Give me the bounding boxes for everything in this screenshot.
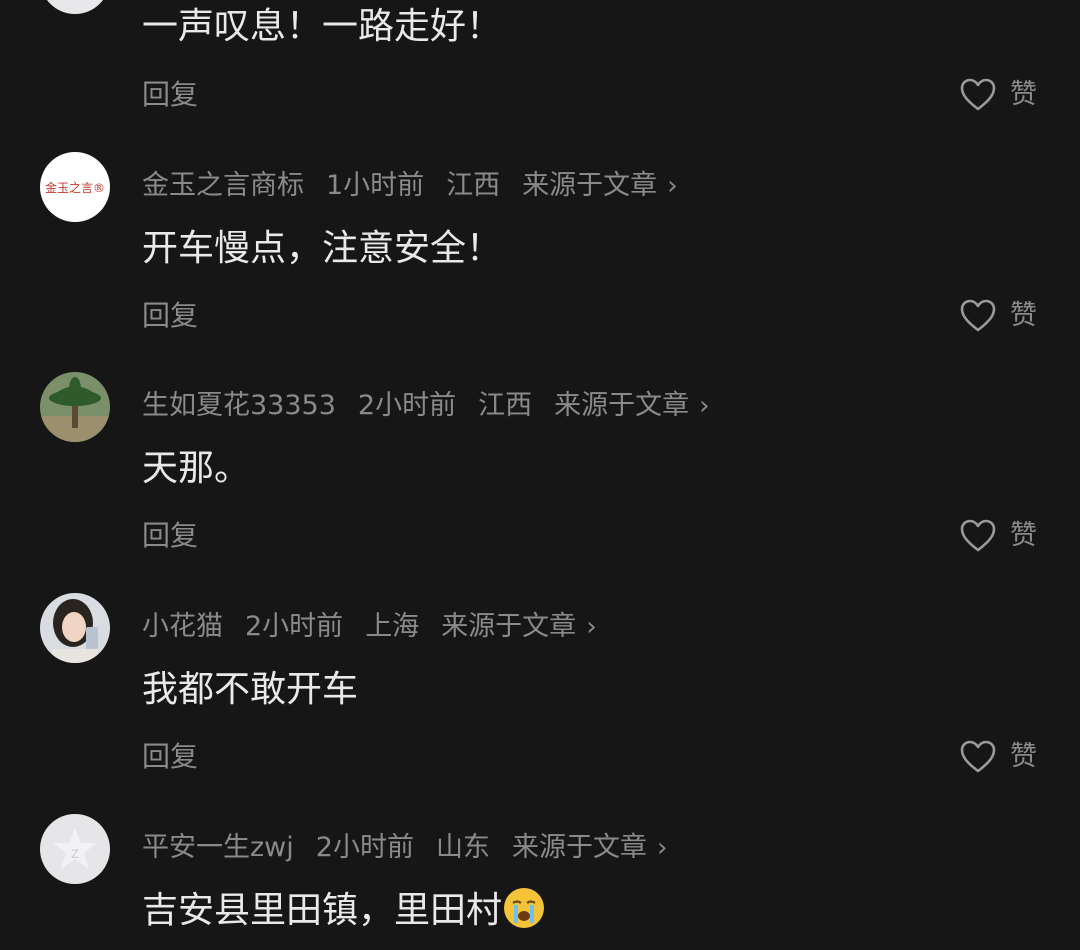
like-button[interactable]: 赞 — [960, 737, 1037, 777]
comment-meta: 金玉之言商标 1小时前 江西 来源于文章 › — [142, 166, 678, 206]
crying-face-emoji — [504, 888, 545, 928]
comment-time: 2小时前 — [357, 390, 457, 421]
like-button[interactable]: 赞 — [960, 516, 1037, 556]
username[interactable]: 生如夏花33353 — [142, 390, 336, 421]
source-link[interactable]: 来源于文章 — [512, 832, 647, 863]
user-avatar[interactable]: 金玉之言® — [40, 152, 110, 222]
username[interactable]: 平安一生zwj — [142, 832, 294, 863]
comment-meta: 生如夏花33353 2小时前 江西 来源于文章 › — [142, 386, 710, 426]
reply-button[interactable]: 回复 — [142, 516, 198, 556]
avatar-brand-text: 金玉之言® — [44, 180, 105, 195]
chevron-right-icon[interactable]: › — [586, 612, 596, 642]
heart-icon — [960, 78, 996, 111]
comment-content: 我都不敢开车 — [142, 669, 359, 710]
reply-button[interactable]: 回复 — [142, 296, 198, 336]
like-button[interactable]: 赞 — [960, 75, 1037, 115]
comment-text: 吉安县里田镇，里田村 — [142, 890, 503, 931]
comment-content: 天那。 — [142, 448, 251, 489]
comment-meta: 平安一生zwj 2小时前 山东 来源于文章 › — [142, 828, 667, 868]
like-label: 赞 — [1010, 79, 1037, 110]
user-avatar[interactable] — [40, 372, 110, 442]
heart-icon — [960, 740, 996, 773]
source-link[interactable]: 来源于文章 — [441, 611, 576, 642]
like-label: 赞 — [1010, 300, 1037, 331]
user-avatar[interactable]: z — [40, 814, 110, 884]
comment-location: 江西 — [446, 170, 501, 201]
user-avatar[interactable] — [40, 0, 110, 14]
comment-time: 2小时前 — [315, 832, 414, 863]
source-link[interactable]: 来源于文章 — [522, 170, 657, 201]
reply-button[interactable]: 回复 — [142, 75, 198, 115]
heart-icon — [960, 299, 996, 332]
like-button[interactable]: 赞 — [960, 296, 1037, 336]
username[interactable]: 金玉之言商标 — [142, 170, 304, 201]
default-avatar-star-icon: z — [53, 828, 97, 869]
comment-content: 一声叹息！一路走好！ — [142, 6, 503, 47]
like-label: 赞 — [1010, 741, 1037, 772]
comment-location: 上海 — [365, 611, 420, 642]
heart-icon — [960, 519, 996, 552]
comment-time: 2小时前 — [245, 611, 344, 642]
chevron-right-icon[interactable]: › — [667, 171, 677, 201]
source-link[interactable]: 来源于文章 — [554, 390, 689, 421]
user-avatar[interactable] — [40, 593, 110, 663]
chevron-right-icon[interactable]: › — [657, 833, 667, 863]
comment-location: 江西 — [478, 390, 533, 421]
username[interactable]: 小花猫 — [142, 611, 223, 642]
reply-button[interactable]: 回复 — [142, 737, 198, 777]
comment-meta: 小花猫 2小时前 上海 来源于文章 › — [142, 607, 597, 647]
user-photo — [40, 593, 110, 663]
comment-location: 山东 — [435, 832, 490, 863]
svg-text:z: z — [71, 845, 79, 862]
palm-tree-photo — [40, 372, 110, 442]
comment-content: 吉安县里田镇，里田村 — [142, 886, 545, 936]
chevron-right-icon[interactable]: › — [699, 391, 709, 421]
comment-content: 开车慢点，注意安全！ — [142, 228, 503, 269]
comment-time: 1小时前 — [326, 170, 425, 201]
comment-feed: 一声叹息！一路走好！ 回复 赞 金玉之言® 金玉之言商标 1小时前 江西 来源于文章 ›… — [0, 0, 1080, 950]
like-label: 赞 — [1010, 520, 1037, 551]
